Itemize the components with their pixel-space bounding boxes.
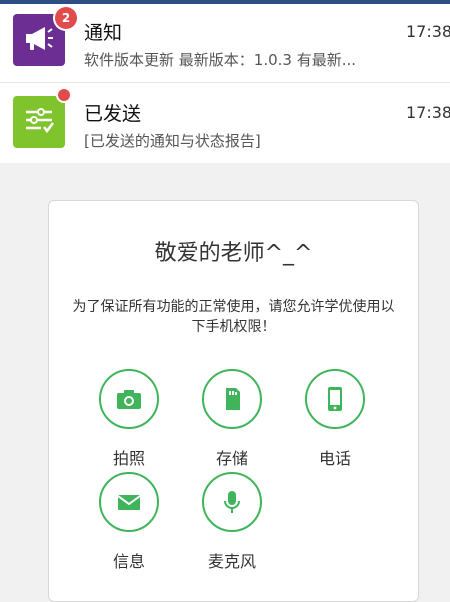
notification-list: 2 通知 软件版本更新 最新版本：1.0.3 有最新... 17:38 已发送 … xyxy=(0,4,450,163)
notification-time: 17:38 xyxy=(406,103,450,122)
unread-dot xyxy=(58,89,70,101)
permission-label: 电话 xyxy=(318,449,351,468)
notification-time: 17:38 xyxy=(406,22,450,41)
permission-camera[interactable]: 拍照 xyxy=(79,369,179,469)
dialog-title: 敬爱的老师^_^ xyxy=(154,241,313,266)
notification-title: 通知 xyxy=(84,22,123,44)
permission-microphone[interactable]: 麦克风 xyxy=(182,472,282,572)
notification-item-sent[interactable]: 已发送 [已发送的通知与状态报告] 17:38 xyxy=(0,82,450,163)
permission-dialog: 敬爱的老师^_^ 为了保证所有功能的正常使用，请您允许学优使用以下手机权限！ 拍… xyxy=(48,200,419,602)
notification-body: 软件版本更新 最新版本：1.0.3 有最新... xyxy=(84,51,357,69)
notification-body: [已发送的通知与状态报告] xyxy=(84,132,261,150)
message-icon[interactable] xyxy=(99,472,159,532)
phone-icon[interactable] xyxy=(305,369,365,429)
camera-icon[interactable] xyxy=(99,369,159,429)
permission-storage[interactable]: 存储 xyxy=(182,369,282,469)
sent-list-icon xyxy=(21,102,57,142)
app-icon-sent xyxy=(13,96,65,148)
permission-message[interactable]: 信息 xyxy=(79,472,179,572)
dialog-message: 为了保证所有功能的正常使用，请您允许学优使用以下手机权限！ xyxy=(72,299,395,335)
permission-label: 信息 xyxy=(112,552,145,571)
permission-label: 存储 xyxy=(215,449,248,468)
notification-item-notice[interactable]: 2 通知 软件版本更新 最新版本：1.0.3 有最新... 17:38 xyxy=(0,4,450,82)
permission-phone[interactable]: 电话 xyxy=(285,369,385,469)
megaphone-icon xyxy=(21,20,57,60)
storage-icon[interactable] xyxy=(202,369,262,429)
permission-label: 麦克风 xyxy=(207,552,256,571)
unread-count-badge: 2 xyxy=(55,7,77,29)
microphone-icon[interactable] xyxy=(202,472,262,532)
notification-title: 已发送 xyxy=(84,103,142,125)
permission-label: 拍照 xyxy=(112,449,145,468)
